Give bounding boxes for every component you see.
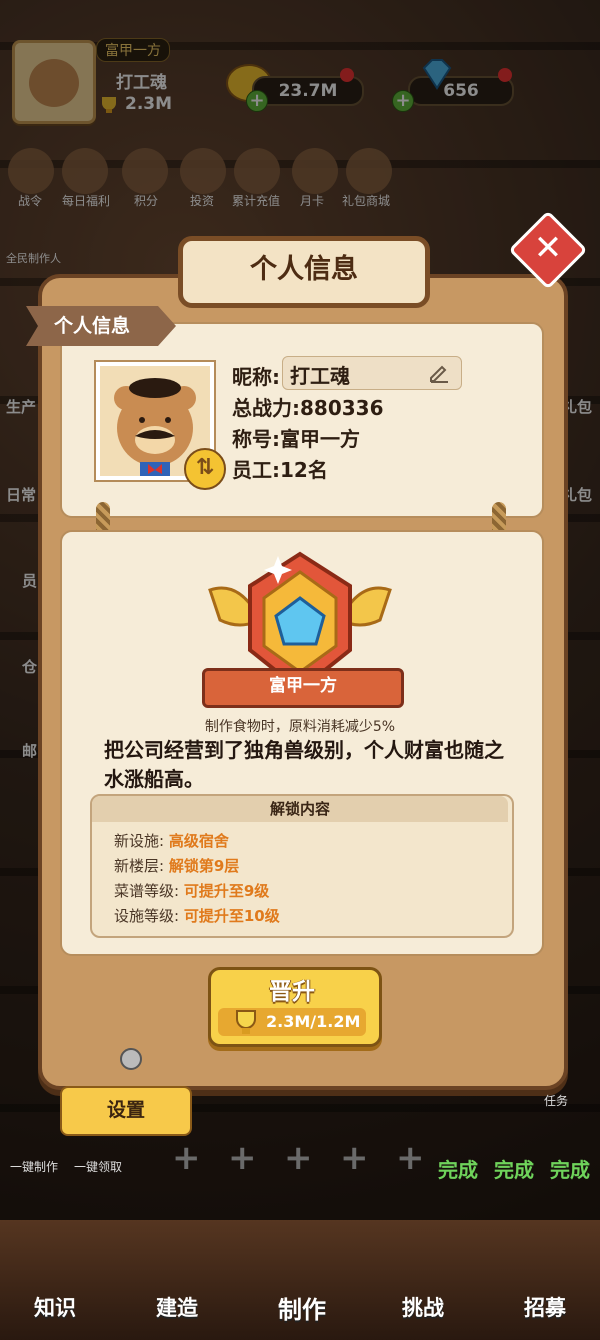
unlock-key: 新设施: [114,832,165,850]
one-click-make[interactable]: 一键制作 [10,1158,58,1175]
empty-slot-plus-icon[interactable]: + [228,1138,257,1178]
empty-slot-plus-icon[interactable]: + [284,1138,313,1178]
nickname-label: 昵称: [232,365,280,389]
total-power: 总战力:880336 [232,396,384,420]
empty-slot-plus-icon[interactable]: + [340,1138,369,1178]
unlock-row: 新设施: 高级宿舍 [114,830,229,851]
unlock-header: 解锁内容 [92,796,508,822]
staff-count: 员工:12名 [232,458,328,482]
unlock-key: 新楼层: [114,857,165,875]
nav-knowledge[interactable]: 知识 [34,1292,76,1322]
unlock-key: 设施等级: [114,907,180,925]
promote-cost: 2.3M/1.2M [266,1012,361,1031]
modal-title: 个人信息 [178,236,430,308]
section-ribbon: 个人信息 [26,306,176,346]
unlock-value: 高级宿舍 [168,832,229,850]
trophy-icon [232,1008,260,1036]
done-label[interactable]: 完成 [438,1154,478,1183]
nav-make[interactable]: 制作 [278,1290,326,1325]
unlock-row: 新楼层: 解锁第9层 [114,855,239,876]
empty-slot-plus-icon[interactable]: + [396,1138,425,1178]
unlock-row: 设施等级: 可提升至10级 [114,905,280,926]
unlock-key: 菜谱等级: [114,882,180,900]
empty-slot-plus-icon[interactable]: + [172,1138,201,1178]
unlock-value: 解锁第9层 [168,857,240,875]
pin-icon [120,1048,142,1070]
unlock-value: 可提升至10级 [183,907,280,925]
player-title: 称号:富甲一方 [232,427,360,451]
promote-label: 晋升 [269,979,315,1005]
close-icon: ✕ [533,228,563,268]
done-label[interactable]: 完成 [494,1154,534,1183]
settings-button[interactable]: 设置 [60,1086,192,1136]
swap-avatar-icon[interactable]: ⇅ [184,448,226,490]
done-label[interactable]: 完成 [550,1154,590,1183]
unlock-row: 菜谱等级: 可提升至9级 [114,880,269,901]
one-click-collect[interactable]: 一键领取 [74,1158,122,1175]
nav-build[interactable]: 建造 [156,1292,198,1322]
nickname-value: 打工魂 [290,364,350,388]
nav-challenge[interactable]: 挑战 [402,1292,444,1322]
nav-recruit[interactable]: 招募 [524,1292,566,1322]
badge-name-banner: 富甲一方 [202,668,404,708]
unlock-value: 可提升至9级 [183,882,270,900]
task-label[interactable]: 任务 [544,1092,568,1109]
title-effect: 制作食物时，原料消耗减少5% [204,719,396,735]
pencil-icon[interactable] [428,361,450,383]
title-description: 把公司经营到了独角兽级别，个人财富也随之水涨船高。 [104,738,504,791]
